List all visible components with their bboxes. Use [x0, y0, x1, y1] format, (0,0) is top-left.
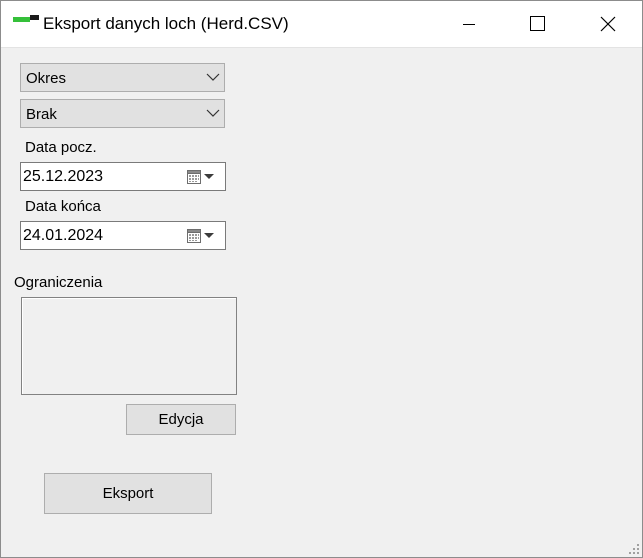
end-date-value[interactable]: 24.01.2024 [23, 227, 103, 245]
minimize-icon [463, 24, 475, 25]
calendar-dropdown-icon[interactable] [187, 169, 219, 185]
close-button[interactable] [572, 1, 642, 47]
maximize-button[interactable] [502, 1, 572, 47]
start-date-picker[interactable]: 25.12.2023 [20, 162, 226, 191]
grouping-combobox[interactable]: Brak [20, 99, 225, 128]
app-logo-icon [13, 15, 39, 23]
end-date-picker[interactable]: 24.01.2024 [20, 221, 226, 250]
export-dialog-window: Eksport danych loch (Herd.CSV) Okres Bra… [0, 0, 643, 558]
export-button[interactable]: Eksport [44, 473, 212, 514]
end-date-label: Data końca [25, 198, 101, 215]
close-icon [600, 16, 616, 32]
grouping-combobox-value: Brak [26, 106, 57, 123]
minimize-button[interactable] [434, 1, 504, 47]
constraints-listbox[interactable] [21, 297, 237, 395]
start-date-value[interactable]: 25.12.2023 [23, 168, 103, 186]
constraints-label: Ograniczenia [14, 274, 103, 291]
chevron-down-icon [206, 109, 220, 117]
maximize-icon [530, 16, 545, 31]
resize-grip-icon[interactable] [628, 543, 640, 555]
start-date-label: Data pocz. [25, 139, 97, 156]
period-combobox[interactable]: Okres [20, 63, 225, 92]
title-bar[interactable]: Eksport danych loch (Herd.CSV) [1, 1, 642, 48]
calendar-dropdown-icon[interactable] [187, 228, 219, 244]
edit-button[interactable]: Edycja [126, 404, 236, 435]
window-title: Eksport danych loch (Herd.CSV) [43, 14, 289, 33]
period-combobox-value: Okres [26, 70, 67, 87]
chevron-down-icon [206, 73, 220, 81]
